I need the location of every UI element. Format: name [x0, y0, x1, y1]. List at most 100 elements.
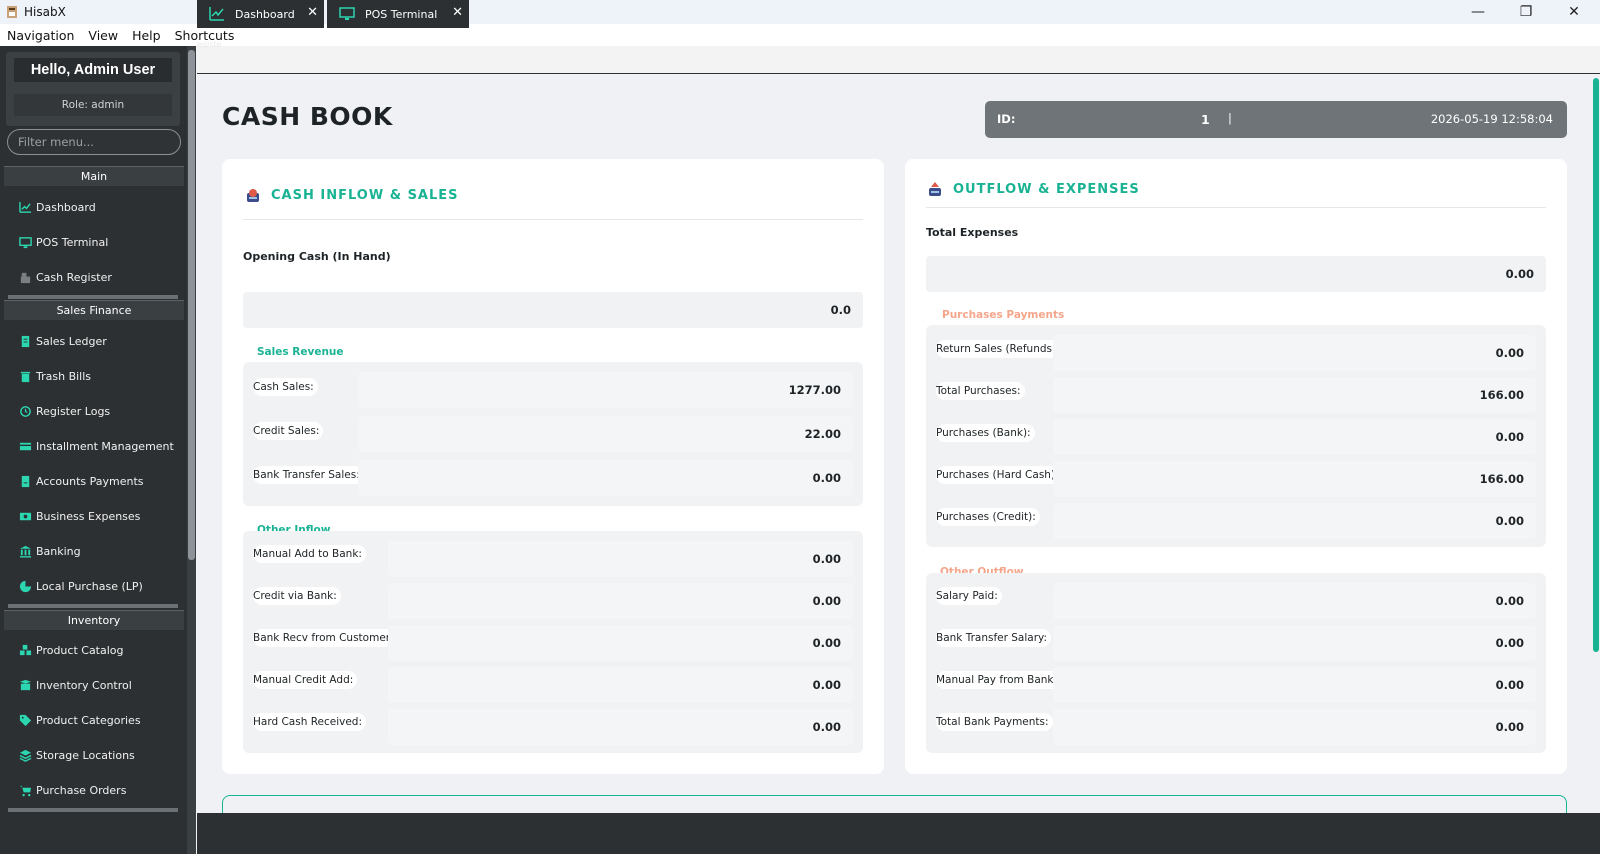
outflow-title: OUTFLOW & EXPENSES — [953, 181, 1140, 197]
tab-label: Dashboard — [235, 7, 295, 21]
manual-credit-add-label: Manual Credit Add: — [253, 671, 358, 689]
sidebar-item-label: Installment Management — [36, 439, 174, 453]
tab-strip — [197, 46, 1600, 74]
opening-cash-label: Opening Cash (In Hand) — [243, 250, 391, 263]
total-bank-payments-value: 0.00 — [1053, 709, 1536, 745]
monitor-icon — [18, 235, 32, 249]
purchases-credit-value: 0.00 — [1053, 503, 1536, 539]
menu-navigation[interactable]: Navigation — [0, 28, 81, 43]
menu-help[interactable]: Help — [125, 28, 168, 43]
cash-inflow-title: CASH INFLOW & SALES — [271, 187, 459, 203]
tab-dashboard[interactable]: Dashboard ✕ — [197, 0, 324, 28]
sidebar-item-label: Purchase Orders — [36, 783, 127, 797]
close-tab-button[interactable]: ✕ — [307, 5, 318, 20]
sidebar-item-inventory-control[interactable]: Inventory Control — [18, 675, 132, 695]
credit-sales-label: Credit Sales: — [253, 422, 324, 440]
id-value: 1 — [1201, 112, 1210, 127]
trash-icon — [18, 369, 32, 383]
sidebar-divider — [8, 604, 178, 608]
layers-icon — [18, 748, 32, 762]
manual-pay-from-bank-label: Manual Pay from Bank: — [936, 671, 1062, 689]
purchases-payments-title: Purchases Payments — [942, 309, 1065, 321]
ledger-icon — [18, 334, 32, 348]
sidebar-divider — [8, 295, 178, 299]
sidebar-divider — [8, 808, 178, 812]
chart-line-icon — [18, 200, 32, 214]
total-purchases-value: 166.00 — [1053, 377, 1536, 413]
history-icon — [18, 404, 32, 418]
maximize-button[interactable]: ❐ — [1503, 0, 1549, 24]
hard-cash-received-label: Hard Cash Received: — [253, 713, 367, 731]
minimize-button[interactable]: — — [1455, 0, 1501, 24]
app-title: HisabX — [24, 5, 66, 19]
filter-menu-input[interactable]: Filter menu... — [7, 129, 181, 155]
hard-cash-received-value: 0.00 — [388, 709, 853, 745]
sidebar-item-product-catalog[interactable]: Product Catalog — [18, 640, 124, 660]
money-icon — [18, 509, 32, 523]
sidebar-item-label: Inventory Control — [36, 678, 132, 692]
sidebar-item-trash-bills[interactable]: Trash Bills — [18, 366, 91, 386]
main-scrollbar-thumb[interactable] — [1593, 78, 1599, 652]
sidebar-item-purchase-orders[interactable]: Purchase Orders — [18, 780, 126, 800]
total-purchases-label: Total Purchases: — [936, 382, 1025, 400]
sales-revenue-title: Sales Revenue — [257, 346, 344, 358]
sidebar-item-accounts-payments[interactable]: Accounts Payments — [18, 471, 144, 491]
purchases-credit-label: Purchases (Credit): — [936, 508, 1040, 526]
purchases-hard-cash-label: Purchases (Hard Cash): — [936, 466, 1063, 484]
tab-label: POS Terminal — [365, 7, 438, 21]
close-tab-button[interactable]: ✕ — [452, 5, 463, 20]
sidebar-section-sales-finance[interactable]: Sales Finance — [4, 300, 184, 320]
id-separator: | — [1228, 111, 1232, 125]
bank-recv-from-customer-label: Bank Recv from Customer: — [253, 629, 398, 647]
sidebar-item-local-purchase[interactable]: Local Purchase (LP) — [18, 576, 143, 596]
id-label: ID: — [997, 112, 1016, 126]
bank-icon — [18, 544, 32, 558]
sidebar-item-register-logs[interactable]: Register Logs — [18, 401, 110, 421]
menu-view[interactable]: View — [81, 28, 125, 43]
cash-sales-value: 1277.00 — [358, 372, 853, 408]
total-expenses-value: 0.00 — [926, 256, 1546, 292]
cart-icon — [18, 783, 32, 797]
summary-panel-edge — [222, 795, 1567, 813]
invoice-icon — [18, 474, 32, 488]
page-title: CASH BOOK — [222, 102, 393, 131]
manual-add-to-bank-label: Manual Add to Bank: — [253, 545, 366, 563]
tab-pos-terminal[interactable]: POS Terminal ✕ — [327, 0, 469, 28]
purchases-bank-value: 0.00 — [1053, 419, 1536, 455]
return-sales-label: Return Sales (Refunds): — [936, 340, 1064, 358]
sidebar-item-label: Business Expenses — [36, 509, 141, 523]
bank-transfer-sales-value: 0.00 — [358, 460, 853, 496]
bank-recv-from-customer-value: 0.00 — [388, 625, 853, 661]
credit-sales-value: 22.00 — [358, 416, 853, 452]
sidebar-item-product-categories[interactable]: Product Categories — [18, 710, 141, 730]
sidebar-item-pos-terminal[interactable]: POS Terminal — [18, 232, 108, 252]
sidebar-item-business-expenses[interactable]: Business Expenses — [18, 506, 140, 526]
sidebar-item-sales-ledger[interactable]: Sales Ledger — [18, 331, 107, 351]
outflow-heading: OUTFLOW & EXPENSES — [927, 181, 1140, 197]
total-expenses-label: Total Expenses — [926, 226, 1019, 239]
sidebar-item-storage-locations[interactable]: Storage Locations — [18, 745, 135, 765]
sidebar-item-label: Product Catalog — [36, 643, 124, 657]
sidebar-item-label: Banking — [36, 544, 81, 558]
sidebar-item-label: Trash Bills — [36, 369, 92, 383]
boxes-icon — [18, 643, 32, 657]
status-bar — [197, 813, 1600, 854]
salary-paid-label: Salary Paid: — [936, 587, 1002, 605]
sidebar-item-cash-register[interactable]: Cash Register — [18, 267, 112, 287]
sidebar-item-dashboard[interactable]: Dashboard — [18, 197, 96, 217]
sidebar-item-label: Sales Ledger — [36, 334, 107, 348]
sidebar-item-installment-management[interactable]: Installment Management — [18, 436, 174, 456]
tags-icon — [18, 713, 32, 727]
pie-chart-icon — [18, 579, 32, 593]
sidebar-item-banking[interactable]: Banking — [18, 541, 81, 561]
sidebar-section-main[interactable]: Main — [4, 166, 184, 186]
id-info-bar: ID: 1 | 2026-05-19 12:58:04 — [985, 101, 1567, 138]
purchases-hard-cash-value: 166.00 — [1053, 461, 1536, 497]
sidebar-item-label: Product Categories — [36, 713, 141, 727]
manual-credit-add-value: 0.00 — [388, 667, 853, 703]
close-window-button[interactable]: ✕ — [1551, 0, 1597, 24]
tab-overflow-text: egiste — [197, 40, 222, 49]
sidebar-section-inventory[interactable]: Inventory — [4, 610, 184, 630]
datetime-label: 2026-05-19 12:58:04 — [1430, 112, 1553, 126]
sidebar-scrollbar-thumb[interactable] — [188, 50, 195, 560]
